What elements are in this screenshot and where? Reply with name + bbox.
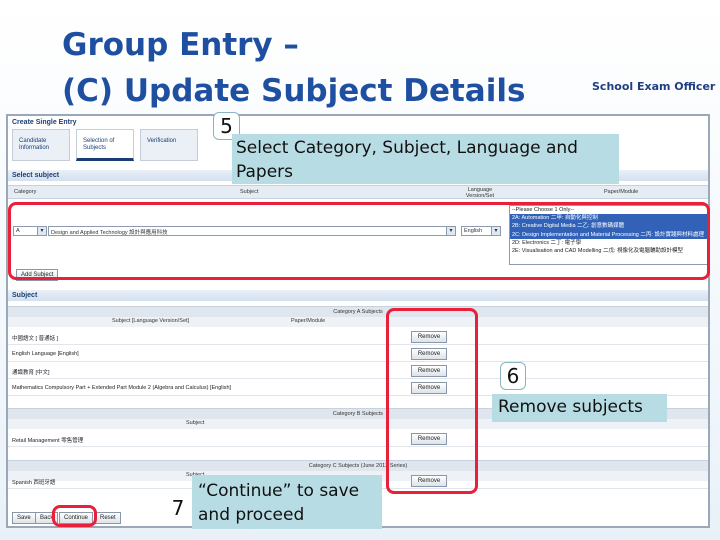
tab-verification[interactable]: Verification (140, 129, 198, 161)
tab-candidate-information[interactable]: Candidate Information (12, 129, 70, 161)
table-row: 中國語文 [ 普通話 ] Remove (8, 329, 708, 345)
table-row: English Language [English] Remove (8, 346, 708, 362)
subject-name: Spanish 西班牙語 (12, 480, 56, 486)
col-category: Category (14, 189, 37, 195)
tab-selection-of-subjects[interactable]: Selection of Subjects (76, 129, 134, 161)
subject-name: Retail Management 零售管理 (12, 438, 84, 444)
col-paper-module: Paper/Module (291, 318, 326, 324)
reset-button[interactable]: Reset (95, 512, 121, 524)
category-a-columns: Subject [Language Version/Set] Paper/Mod… (8, 317, 708, 327)
remove-column-highlight (386, 308, 478, 494)
continue-highlight (52, 505, 97, 527)
step-tabs: Candidate Information Selection of Subje… (12, 129, 204, 161)
category-c-header: Category C Subjects (June 2012 Series) (8, 460, 708, 471)
col-subject-language: Subject [Language Version/Set] (112, 318, 190, 324)
save-button[interactable]: Save (12, 512, 36, 524)
step-6-callout: Remove subjects (492, 394, 667, 422)
table-row: Retail Management 零售管理 Remove (8, 431, 708, 447)
subject-name: 通識教育 [中文] (12, 370, 50, 376)
col-paper: Paper/Module (604, 189, 639, 195)
step-7-callout: “Continue” to save and proceed (192, 475, 382, 529)
select-table-header: Category Subject Language Version/Set Pa… (8, 185, 708, 199)
category-a-header: Category A Subjects (8, 306, 708, 317)
select-row-highlight (8, 202, 710, 280)
subject-name: Mathematics Compulsory Part + Extended P… (12, 385, 232, 391)
slide-subtitle: School Exam Officer (592, 80, 716, 93)
col-language: Language Version/Set (465, 187, 495, 199)
col-subject: Subject (186, 420, 205, 426)
slide-title: Group Entry – (C) Update Subject Details (62, 27, 526, 109)
screen-title: Create Single Entry (12, 119, 77, 126)
subject-name: English Language [English] (12, 351, 79, 357)
col-subject: Subject (240, 189, 259, 195)
subject-header: Subject (8, 290, 708, 301)
step-6-number: 6 (500, 362, 526, 390)
table-row: 通識教育 [中文] Remove (8, 363, 708, 379)
subject-name: 中國語文 [ 普通話 ] (12, 336, 59, 342)
step-7-number: 7 (171, 496, 185, 520)
step-5-callout: Select Category, Subject, Language and P… (232, 134, 619, 184)
